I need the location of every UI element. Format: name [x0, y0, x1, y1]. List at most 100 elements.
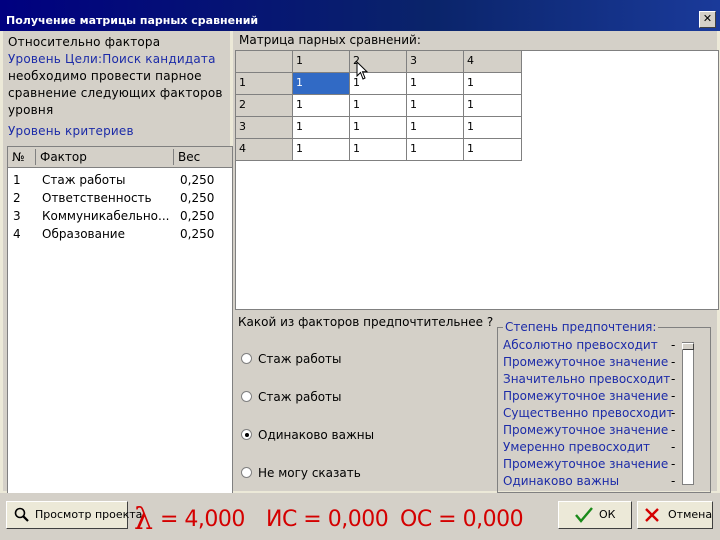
matrix-cell-selected[interactable]: 1: [293, 73, 350, 95]
radio-button[interactable]: [241, 353, 252, 364]
comparison-matrix[interactable]: 1 2 3 4 1 1 1 1 1 2 1 1 1 1 3 1 1 1 1 4 …: [235, 50, 719, 310]
slider-tick: -: [671, 406, 676, 420]
slider-tick: -: [671, 440, 676, 454]
matrix-col-header: 4: [464, 51, 522, 73]
ic-value: ИС = 0,000: [266, 507, 389, 532]
matrix-cell[interactable]: 1: [407, 95, 464, 117]
matrix-cell[interactable]: 1: [407, 117, 464, 139]
title-bar[interactable]: Получение матрицы парных сравнений ✕: [0, 0, 720, 31]
matrix-cell[interactable]: 1: [293, 117, 350, 139]
matrix-caption: Матрица парных сравнений:: [239, 33, 421, 47]
radio-button-checked[interactable]: [241, 429, 252, 440]
slider-tick: -: [671, 355, 676, 369]
preference-level: Абсолютно превосходит: [503, 338, 658, 352]
ok-button[interactable]: ОК: [558, 501, 632, 529]
question-text: Какой из факторов предпочтительнее ?: [238, 315, 494, 329]
mouse-cursor-icon: [356, 61, 369, 80]
matrix-cell[interactable]: 1: [407, 139, 464, 161]
matrix-row-header: 3: [236, 117, 293, 139]
preference-title: Степень предпочтения:: [503, 320, 659, 334]
col-header-factor[interactable]: Фактор: [36, 149, 174, 165]
slider-thumb[interactable]: [682, 343, 694, 350]
preference-level: Промежуточное значение: [503, 355, 669, 369]
radio-label: Стаж работы: [258, 352, 342, 366]
preference-group: Степень предпочтения: Абсолютно превосхо…: [497, 320, 711, 493]
matrix-col-header: 1: [293, 51, 350, 73]
matrix-cell[interactable]: 1: [293, 139, 350, 161]
radio-label: Стаж работы: [258, 390, 342, 404]
matrix-row-header: 4: [236, 139, 293, 161]
matrix-cell[interactable]: 1: [464, 95, 522, 117]
factor-num: 3: [13, 209, 21, 223]
intro-text-1: Относительно фактора: [8, 35, 161, 49]
factor-num: 2: [13, 191, 21, 205]
preference-level: Существенно превосходит: [503, 406, 674, 420]
factor-weight: 0,250: [180, 173, 215, 187]
factor-num: 1: [13, 173, 21, 187]
factor-weight: 0,250: [180, 227, 215, 241]
preference-level: Промежуточное значение: [503, 389, 669, 403]
intro-text-3: сравнение следующих факторов: [8, 86, 223, 100]
preference-level: Одинаково важны: [503, 474, 620, 488]
matrix-row-header: 1: [236, 73, 293, 95]
oc-value: ОС = 0,000: [400, 507, 524, 532]
radio-button[interactable]: [241, 391, 252, 402]
intro-text-2: необходимо провести парное: [8, 69, 202, 83]
matrix-cell[interactable]: 1: [464, 73, 522, 95]
factor-list[interactable]: № Фактор Вес 1 Стаж работы 0,250 2 Ответ…: [7, 146, 233, 521]
goal-level-text: Уровень Цели:Поиск кандидата: [8, 52, 216, 66]
matrix-col-header: 3: [407, 51, 464, 73]
factor-list-header: № Фактор Вес: [8, 147, 232, 168]
slider-tick: -: [671, 474, 676, 488]
list-item[interactable]: 4 Образование 0,250: [8, 225, 232, 243]
radio-label: Одинаково важны: [258, 428, 375, 442]
radio-label: Не могу сказать: [258, 466, 361, 480]
matrix-row-header: 2: [236, 95, 293, 117]
dialog-window: Получение матрицы парных сравнений ✕ Отн…: [0, 0, 720, 540]
radio-button[interactable]: [241, 467, 252, 478]
cancel-button-label: Отмена: [668, 508, 713, 521]
cancel-button[interactable]: Отмена: [637, 501, 713, 529]
close-icon: ✕: [702, 12, 713, 25]
factor-name: Образование: [42, 227, 125, 241]
list-item[interactable]: 1 Стаж работы 0,250: [8, 171, 232, 189]
matrix-cell[interactable]: 1: [350, 139, 407, 161]
preference-level: Умеренно превосходит: [503, 440, 650, 454]
factor-name: Стаж работы: [42, 173, 126, 187]
magnifier-icon: [14, 507, 29, 522]
factor-weight: 0,250: [180, 191, 215, 205]
slider-tick: -: [671, 372, 676, 386]
preview-button-label: Просмотр проекта: [35, 508, 143, 521]
factor-weight: 0,250: [180, 209, 215, 223]
intro-text-4: уровня: [8, 103, 54, 117]
matrix-cell[interactable]: 1: [464, 117, 522, 139]
matrix-cell[interactable]: 1: [293, 95, 350, 117]
factor-name: Коммуникабельно...: [42, 209, 170, 223]
preference-slider[interactable]: [682, 342, 694, 485]
col-header-num[interactable]: №: [8, 149, 36, 165]
list-item[interactable]: 3 Коммуникабельно... 0,250: [8, 207, 232, 225]
close-button[interactable]: ✕: [699, 11, 716, 28]
matrix-cell[interactable]: 1: [350, 117, 407, 139]
lambda-value: = 4,000: [160, 507, 245, 532]
lambda-symbol: λ: [134, 502, 153, 537]
list-item[interactable]: 2 Ответственность 0,250: [8, 189, 232, 207]
matrix-cell[interactable]: 1: [407, 73, 464, 95]
left-panel: Относительно фактора Уровень Цели:Поиск …: [3, 31, 233, 521]
ok-button-label: ОК: [599, 508, 616, 521]
cross-icon: [645, 508, 659, 522]
preview-project-button[interactable]: Просмотр проекта: [6, 501, 142, 529]
matrix-cell[interactable]: 1: [350, 95, 407, 117]
slider-tick: -: [671, 389, 676, 403]
window-title: Получение матрицы парных сравнений: [6, 14, 259, 27]
slider-tick: -: [671, 338, 676, 352]
slider-tick: -: [671, 457, 676, 471]
checkmark-icon: [575, 507, 593, 523]
preference-level: Промежуточное значение: [503, 457, 669, 471]
right-panel: Матрица парных сравнений: 1 2 3 4 1 1 1 …: [233, 31, 719, 493]
criteria-level-text: Уровень критериев: [8, 124, 134, 138]
matrix-cell[interactable]: 1: [464, 139, 522, 161]
preference-level: Значительно превосходит: [503, 372, 671, 386]
matrix-corner: [236, 51, 293, 73]
col-header-weight[interactable]: Вес: [174, 149, 232, 165]
